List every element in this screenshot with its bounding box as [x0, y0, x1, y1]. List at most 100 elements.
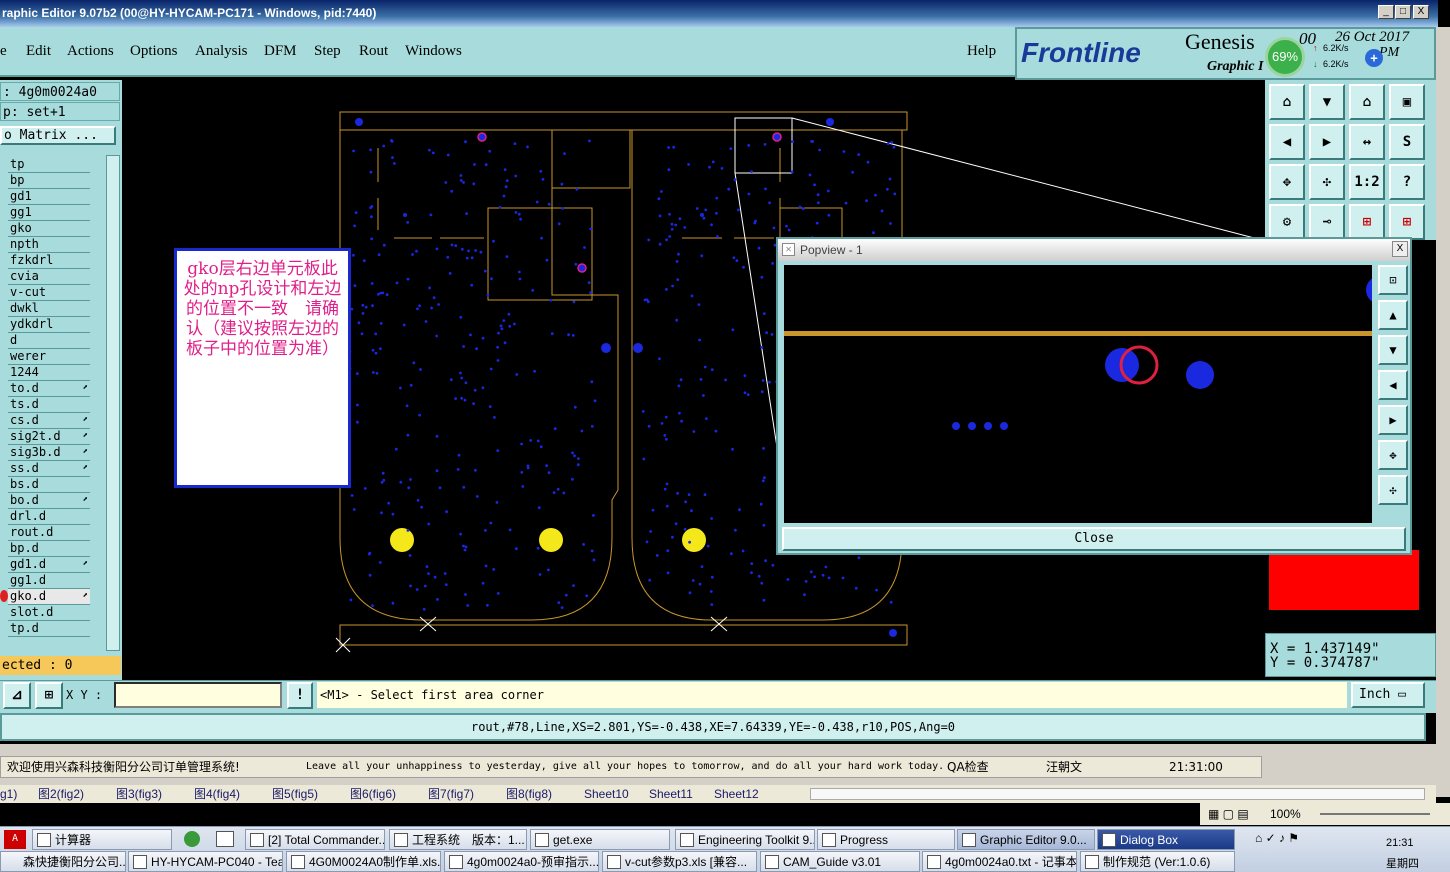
right-scrollbar[interactable]	[1436, 27, 1450, 797]
layer-item[interactable]: tp	[8, 157, 90, 173]
zoom-down-icon[interactable]: ▼	[1309, 84, 1345, 120]
layer-item[interactable]: gko.d ⬈	[8, 589, 90, 605]
layer-item[interactable]: cvia	[8, 269, 90, 285]
task-progress[interactable]: Progress	[817, 829, 955, 850]
sheet-tab[interactable]: 图5(fig5)	[272, 785, 318, 803]
task-row2-3[interactable]: 4G0M0024A0制作单.xls...	[286, 851, 441, 872]
pop-fit-icon[interactable]: ✥	[1378, 440, 1408, 470]
task-engineering-system[interactable]: 工程系统 版本：1...	[389, 829, 527, 850]
task-row2-5[interactable]: v-cut参数p3.xls [兼容...	[602, 851, 757, 872]
menu-analysis[interactable]: Analysis	[195, 43, 248, 60]
sheet-tab[interactable]: 图7(fig7)	[428, 785, 474, 803]
sheet-tab[interactable]: Sheet12	[714, 785, 759, 803]
layer-item[interactable]: gko	[8, 221, 90, 237]
task-calculator[interactable]: 计算器	[32, 829, 172, 850]
task-graphic-editor[interactable]: Graphic Editor 9.0...	[957, 829, 1095, 850]
layer-item[interactable]: cs.d ⬈	[8, 413, 90, 429]
zoom-home-icon[interactable]: ⌂	[1269, 84, 1305, 120]
net-icon[interactable]: ⊞	[1349, 204, 1385, 240]
pan-left-icon[interactable]: ◀	[1269, 124, 1305, 160]
xy-input[interactable]	[114, 682, 282, 708]
pop-zoom-icon[interactable]: ⊡	[1378, 265, 1408, 295]
close-button[interactable]: X	[1413, 5, 1429, 19]
layer-item[interactable]: slot.d	[8, 605, 90, 621]
help-icon[interactable]: ?	[1389, 164, 1425, 200]
sheet-tab[interactable]: 图6(fig6)	[350, 785, 396, 803]
task-total-commander[interactable]: [2] Total Commander...	[245, 829, 385, 850]
snap-icon[interactable]: S	[1389, 124, 1425, 160]
task-row2-2[interactable]: HY-HYCAM-PC040 - Tea...	[128, 851, 283, 872]
layer-item[interactable]: ydkdrl	[8, 317, 90, 333]
menu-rout[interactable]: Rout	[359, 43, 388, 60]
layer-item[interactable]: to.d ⬈	[8, 381, 90, 397]
layer-item[interactable]: rout.d	[8, 525, 90, 541]
add-icon[interactable]: +	[1365, 49, 1383, 67]
layer-item[interactable]: bp.d	[8, 541, 90, 557]
menu-dfm[interactable]: DFM	[264, 43, 297, 60]
task-row2-7[interactable]: 4g0m0024a0.txt - 记事本	[922, 851, 1077, 872]
minimize-button[interactable]: _	[1378, 5, 1394, 19]
layer-item[interactable]: d	[8, 333, 90, 349]
popview-close-x[interactable]: X	[1392, 241, 1408, 257]
horizontal-scrollbar[interactable]	[810, 788, 1425, 800]
menu-file[interactable]: e	[0, 43, 7, 60]
menu-actions[interactable]: Actions	[67, 43, 114, 60]
grid-icon[interactable]: ⊞	[35, 682, 63, 709]
layer-item[interactable]: dwkl	[8, 301, 90, 317]
exclaim-button[interactable]: !	[287, 682, 313, 709]
popview-canvas[interactable]	[784, 265, 1372, 523]
layer-item[interactable]: drl.d	[8, 509, 90, 525]
pop-center-icon[interactable]: ✣	[1378, 475, 1408, 505]
menu-step[interactable]: Step	[314, 43, 341, 60]
sheet-tab[interactable]: g1)	[0, 785, 17, 803]
view-icons[interactable]: ▦ ▢ ▤	[1208, 803, 1249, 825]
pop-left-icon[interactable]: ◀	[1378, 370, 1408, 400]
sheet-tab[interactable]: 图4(fig4)	[194, 785, 240, 803]
layer-item[interactable]: v-cut	[8, 285, 90, 301]
task-row2-6[interactable]: CAM_Guide v3.01	[760, 851, 920, 872]
net-red-icon[interactable]: ⊞	[1389, 204, 1425, 240]
layer-item[interactable]: sig3b.d ⬈	[8, 445, 90, 461]
sheet-tab[interactable]: 图3(fig3)	[116, 785, 162, 803]
probe-icon[interactable]: ⊸	[1309, 204, 1345, 240]
layer-scrollbar[interactable]	[106, 155, 120, 651]
layer-item[interactable]: werer	[8, 349, 90, 365]
units-select[interactable]: Inch ▭	[1351, 682, 1425, 708]
word-icon[interactable]	[216, 831, 234, 847]
task-dialog-box[interactable]: Dialog Box	[1097, 829, 1235, 850]
sheet-tab[interactable]: 图8(fig8)	[506, 785, 552, 803]
task-get-exe[interactable]: get.exe	[530, 829, 670, 850]
window-icon[interactable]: ▣	[1389, 84, 1425, 120]
layer-item[interactable]: tp.d	[8, 621, 90, 637]
pan-right-icon[interactable]: ▶	[1309, 124, 1345, 160]
matrix-button[interactable]: o Matrix ...	[0, 126, 116, 145]
layer-item[interactable]: ss.d ⬈	[8, 461, 90, 477]
ratio-button[interactable]: 1:2	[1349, 164, 1385, 200]
pop-right-icon[interactable]: ▶	[1378, 405, 1408, 435]
layer-item[interactable]: sig2t.d ⬈	[8, 429, 90, 445]
menu-windows[interactable]: Windows	[405, 43, 462, 60]
house-icon[interactable]: ⌂	[1349, 84, 1385, 120]
mirror-icon[interactable]: ↔	[1349, 124, 1385, 160]
menu-help[interactable]: Help	[967, 43, 996, 60]
layer-item[interactable]: bo.d ⬈	[8, 493, 90, 509]
center-icon[interactable]: ✣	[1309, 164, 1345, 200]
sheet-tab[interactable]: 图2(fig2)	[38, 785, 84, 803]
menu-edit[interactable]: Edit	[26, 43, 51, 60]
layer-item[interactable]: 1244	[8, 365, 90, 381]
layer-item[interactable]: npth	[8, 237, 90, 253]
layer-item[interactable]: gd1.d ⬈	[8, 557, 90, 573]
layer-item[interactable]: bs.d	[8, 477, 90, 493]
layer-item[interactable]: gg1	[8, 205, 90, 221]
maximize-button[interactable]: □	[1395, 5, 1411, 19]
task-engineering-toolkit[interactable]: Engineering Toolkit 9...	[675, 829, 815, 850]
layer-item[interactable]: ts.d	[8, 397, 90, 413]
menu-options[interactable]: Options	[130, 43, 178, 60]
pop-down-icon[interactable]: ▼	[1378, 335, 1408, 365]
pdf-icon[interactable]: A	[4, 830, 26, 849]
zoom-slider[interactable]	[1320, 813, 1430, 815]
layer-item[interactable]: fzkdrl	[8, 253, 90, 269]
measure-icon[interactable]: ⊿	[3, 682, 31, 709]
tool-icon[interactable]: ⚙	[1269, 204, 1305, 240]
fit-icon[interactable]: ✥	[1269, 164, 1305, 200]
